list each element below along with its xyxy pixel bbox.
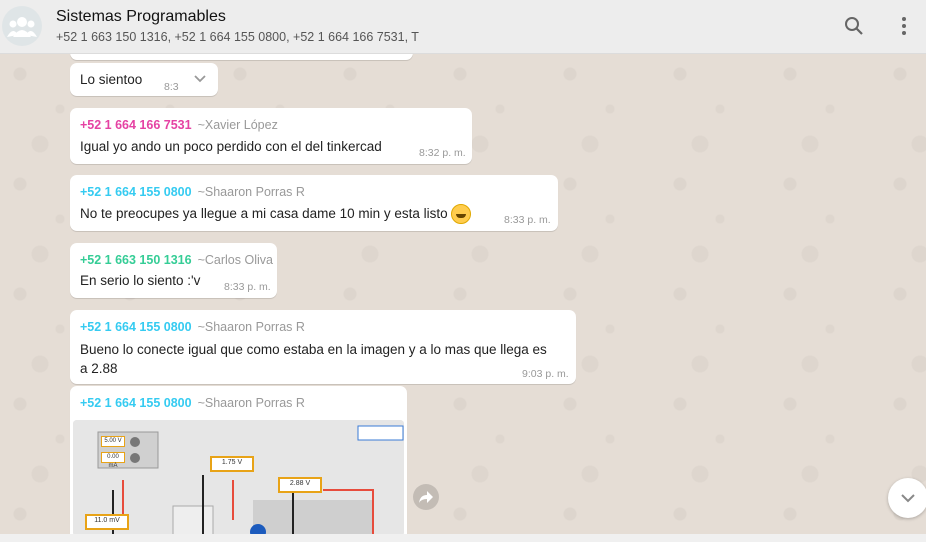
message-text: No te preocupes ya llegue a mi casa dame…	[80, 206, 448, 221]
chevron-down-icon[interactable]	[192, 71, 208, 92]
sender-name: ~Shaaron Porras R	[197, 185, 305, 199]
chat-header[interactable]: Sistemas Programables +52 1 663 150 1316…	[0, 0, 926, 54]
message-bubble[interactable]: Lo sientoo 8:3	[70, 63, 218, 96]
message-time: 8:32 p. m.	[419, 147, 466, 159]
message-sender[interactable]: +52 1 664 155 0800 ~Shaaron Porras R	[80, 185, 305, 199]
message-text: En serio lo siento :'v	[80, 273, 201, 288]
chevron-down-icon	[901, 494, 915, 503]
message-bubble[interactable]: +52 1 664 155 0800 ~Shaaron Porras R Buen…	[70, 310, 576, 384]
sender-number[interactable]: +52 1 664 155 0800	[80, 396, 192, 410]
voltmeter-label: 11.0 mV	[85, 514, 129, 530]
more-vert-icon[interactable]	[892, 14, 916, 38]
attached-image[interactable]: 1.75 V 2.88 V 11.0 mV 5.00 V 0.00 mA	[73, 420, 404, 534]
sender-number[interactable]: +52 1 664 155 0800	[80, 185, 192, 199]
message-bubble[interactable]	[70, 54, 413, 60]
message-list[interactable]: Lo sientoo 8:3 +52 1 664 166 7531 ~Xavier…	[0, 54, 926, 534]
participants-list[interactable]: +52 1 663 150 1316, +52 1 664 155 0800, …	[56, 30, 419, 44]
sender-number[interactable]: +52 1 664 166 7531	[80, 118, 192, 132]
forward-icon[interactable]	[413, 484, 439, 510]
message-bubble[interactable]: +52 1 663 150 1316 ~Carlos Oliva En serio…	[70, 243, 277, 298]
message-bubble[interactable]: +52 1 664 155 0800 ~Shaaron Porras R No t…	[70, 175, 558, 231]
message-sender[interactable]: +52 1 664 155 0800 ~Shaaron Porras R	[80, 396, 305, 410]
sender-name: ~Carlos Oliva	[197, 253, 273, 267]
grinning-sweat-emoji-icon	[450, 204, 471, 225]
message-bubble[interactable]: +52 1 664 166 7531 ~Xavier López Igual yo…	[70, 108, 472, 164]
voltmeter-label: 1.75 V	[210, 456, 254, 472]
group-avatar-icon[interactable]	[2, 6, 42, 46]
message-text: Lo sientoo	[80, 72, 143, 87]
voltmeter-label: 2.88 V	[278, 477, 322, 493]
chat-title[interactable]: Sistemas Programables	[56, 8, 226, 26]
sender-name: ~Xavier López	[197, 118, 278, 132]
message-time: 8:3	[164, 81, 179, 93]
message-text: Igual yo ando un poco perdido con el del…	[80, 139, 382, 154]
message-text: Bueno lo conecte igual que como estaba e…	[80, 342, 547, 357]
message-text: a 2.88	[80, 361, 118, 376]
sender-name: ~Shaaron Porras R	[197, 320, 305, 334]
scroll-down-button[interactable]	[888, 478, 926, 518]
message-sender[interactable]: +52 1 663 150 1316 ~Carlos Oliva	[80, 253, 273, 267]
message-time: 8:33 p. m.	[504, 214, 551, 226]
compose-bar-edge	[0, 534, 926, 542]
sender-number[interactable]: +52 1 664 155 0800	[80, 320, 192, 334]
message-sender[interactable]: +52 1 664 155 0800 ~Shaaron Porras R	[80, 320, 305, 334]
message-text-row: No te preocupes ya llegue a mi casa dame…	[80, 204, 471, 225]
message-time: 9:03 p. m.	[522, 368, 569, 380]
image-message-bubble[interactable]: +52 1 664 155 0800 ~Shaaron Porras R 1.75…	[70, 386, 407, 534]
sender-name: ~Shaaron Porras R	[197, 396, 305, 410]
sender-number[interactable]: +52 1 663 150 1316	[80, 253, 192, 267]
power-supply-label: 5.00 V	[101, 436, 125, 447]
message-sender[interactable]: +52 1 664 166 7531 ~Xavier López	[80, 118, 278, 132]
search-icon[interactable]	[842, 14, 866, 38]
message-time: 8:33 p. m.	[224, 281, 271, 293]
power-supply-label: 0.00 mA	[101, 452, 125, 469]
